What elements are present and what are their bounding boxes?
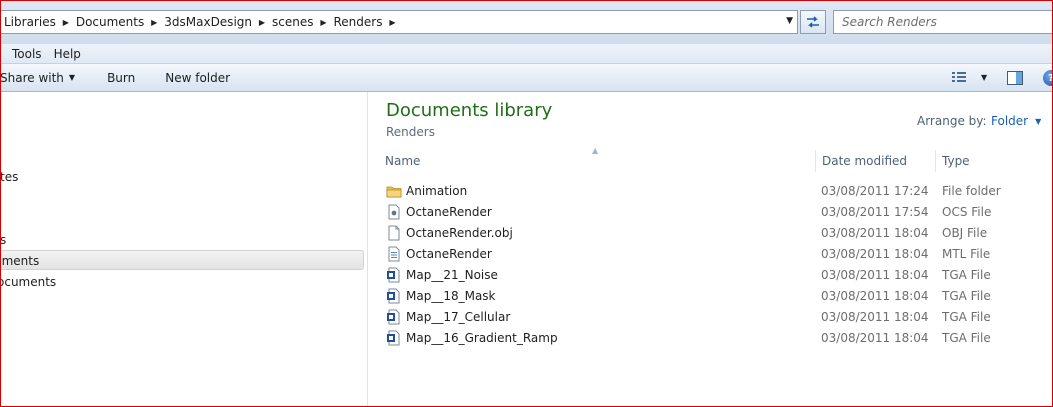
preview-pane-button[interactable]	[1006, 70, 1024, 89]
change-view-button[interactable]: ▼	[951, 70, 987, 84]
ocs-file-icon	[386, 204, 402, 220]
file-type: TGA File	[942, 331, 991, 345]
share-with-label: Share with	[0, 70, 64, 85]
address-history-dropdown-icon[interactable]: ▼	[786, 16, 793, 26]
nav-item-my-documents[interactable]: ocuments	[0, 275, 56, 289]
tga-file-icon	[386, 288, 402, 304]
search-box[interactable]	[833, 10, 1053, 34]
nav-item-libraries[interactable]: s	[0, 233, 6, 247]
library-title: Documents library	[386, 100, 553, 121]
blank-file-icon	[386, 225, 402, 241]
refresh-icon	[807, 16, 819, 28]
command-bar: Share with ▼ Burn New folder ▼ ?	[0, 64, 1053, 92]
nav-item-label: ocuments	[0, 275, 57, 289]
breadcrumb-item-scenes[interactable]: scenes	[268, 15, 317, 29]
file-date-modified: 03/08/2011 18:04	[821, 331, 929, 345]
tga-file-icon	[386, 267, 402, 283]
file-type: TGA File	[942, 310, 991, 324]
file-row[interactable]: Map__17_Cellular 03/08/2011 18:04 TGA File	[382, 307, 1042, 328]
column-header-date-modified[interactable]: Date modified	[822, 148, 907, 174]
preview-pane-icon	[1007, 71, 1023, 85]
file-name: OctaneRender.obj	[406, 226, 513, 240]
view-details-icon	[952, 72, 966, 82]
file-type: OBJ File	[942, 226, 988, 240]
breadcrumb-item-renders[interactable]: Renders	[329, 15, 386, 29]
file-name: Map__16_Gradient_Ramp	[406, 331, 558, 345]
file-date-modified: 03/08/2011 17:24	[821, 184, 929, 198]
breadcrumb-arrow-icon[interactable]: ▶	[386, 18, 398, 27]
chevron-down-icon: ▼	[1035, 116, 1042, 126]
folder-icon	[386, 183, 402, 199]
breadcrumb-arrow-icon[interactable]: ▶	[60, 18, 72, 27]
menu-help[interactable]: Help	[48, 47, 87, 61]
file-date-modified: 03/08/2011 18:04	[821, 268, 929, 282]
menu-bar: Tools Help	[0, 44, 1053, 64]
file-name: Map__18_Mask	[406, 289, 496, 303]
column-divider[interactable]	[815, 150, 816, 172]
arrange-by-value: Folder	[991, 114, 1029, 128]
help-icon[interactable]: ?	[1043, 70, 1053, 86]
file-name: Map__17_Cellular	[406, 310, 511, 324]
file-row[interactable]: Animation 03/08/2011 17:24 File folder	[382, 181, 1042, 202]
breadcrumb[interactable]: Libraries ▶ Documents ▶ 3dsMaxDesign ▶ s…	[0, 10, 798, 34]
file-date-modified: 03/08/2011 18:04	[821, 226, 929, 240]
file-date-modified: 03/08/2011 18:04	[821, 289, 929, 303]
navigation-pane: tes s uments ocuments	[0, 92, 368, 407]
burn-button[interactable]: Burn	[107, 71, 135, 85]
nav-item-documents[interactable]: uments	[0, 250, 364, 270]
sort-ascending-icon: ▲	[592, 146, 599, 155]
tga-file-icon	[386, 330, 402, 346]
file-row[interactable]: Map__16_Gradient_Ramp 03/08/2011 18:04 TGA…	[382, 328, 1042, 349]
nav-item-label: tes	[0, 170, 19, 184]
breadcrumb-item-documents[interactable]: Documents	[72, 15, 148, 29]
share-with-button[interactable]: Share with ▼	[0, 71, 75, 85]
file-row[interactable]: OctaneRender 03/08/2011 17:54 OCS File	[382, 202, 1042, 223]
file-row[interactable]: OctaneRender.obj 03/08/2011 18:04 OBJ File	[382, 223, 1042, 244]
column-header-name[interactable]: Name	[385, 148, 420, 174]
refresh-button[interactable]	[800, 10, 826, 34]
file-type: File folder	[942, 184, 1001, 198]
chevron-down-icon: ▼	[981, 72, 988, 82]
file-list-pane: Documents library Renders Arrange by: Fo…	[368, 92, 1053, 407]
nav-item-label: s	[0, 233, 7, 247]
file-row[interactable]: Map__21_Noise 03/08/2011 18:04 TGA File	[382, 265, 1042, 286]
menu-tools[interactable]: Tools	[0, 47, 48, 61]
file-type: MTL File	[942, 247, 991, 261]
tga-file-icon	[386, 309, 402, 325]
file-name: OctaneRender	[406, 247, 492, 261]
file-name: OctaneRender	[406, 205, 492, 219]
breadcrumb-arrow-icon[interactable]: ▶	[256, 18, 268, 27]
file-date-modified: 03/08/2011 18:04	[821, 247, 929, 261]
file-name: Map__21_Noise	[406, 268, 498, 282]
search-input[interactable]	[842, 15, 1042, 29]
file-row[interactable]: OctaneRender 03/08/2011 18:04 MTL File	[382, 244, 1042, 265]
address-bar: Libraries ▶ Documents ▶ 3dsMaxDesign ▶ s…	[0, 0, 1053, 44]
breadcrumb-arrow-icon[interactable]: ▶	[317, 18, 329, 27]
file-row[interactable]: Map__18_Mask 03/08/2011 18:04 TGA File	[382, 286, 1042, 307]
breadcrumb-item-libraries[interactable]: Libraries	[0, 15, 60, 29]
column-divider[interactable]	[935, 150, 936, 172]
library-subtitle: Renders	[386, 125, 435, 139]
breadcrumb-arrow-icon[interactable]: ▶	[148, 18, 160, 27]
nav-item-label: uments	[0, 254, 40, 268]
file-date-modified: 03/08/2011 18:04	[821, 310, 929, 324]
nav-item-favorites[interactable]: tes	[0, 170, 18, 184]
mtl-file-icon	[386, 246, 402, 262]
breadcrumb-item-3dsmaxdesign[interactable]: 3dsMaxDesign	[160, 15, 256, 29]
file-type: TGA File	[942, 268, 991, 282]
file-type: OCS File	[942, 205, 992, 219]
new-folder-button[interactable]: New folder	[165, 71, 230, 85]
file-type: TGA File	[942, 289, 991, 303]
arrange-by-label: Arrange by:	[917, 114, 987, 128]
arrange-by-dropdown[interactable]: Folder ▼	[991, 114, 1041, 128]
file-date-modified: 03/08/2011 17:54	[821, 205, 929, 219]
column-header-type[interactable]: Type	[942, 148, 970, 174]
chevron-down-icon: ▼	[68, 73, 76, 82]
file-name: Animation	[406, 184, 468, 198]
